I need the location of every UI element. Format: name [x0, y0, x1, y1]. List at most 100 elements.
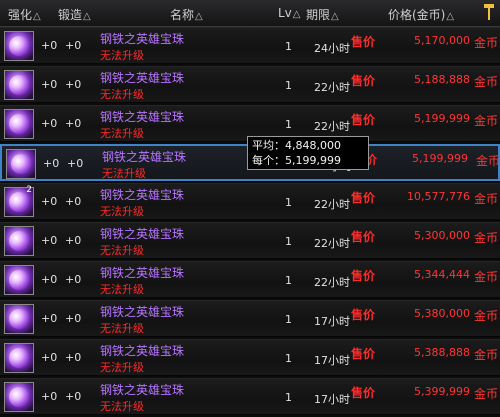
item-level: 1: [285, 118, 292, 131]
purple-orb-icon[interactable]: [4, 109, 34, 139]
item-level: 1: [285, 40, 292, 53]
upgrade-status: 无法升级: [100, 205, 144, 218]
listing-row[interactable]: +0 +0 钢铁之英雄宝珠 无法升级 1 17小时 售价 5,399,999 金币: [0, 378, 500, 415]
listing-row[interactable]: 2 +0 +0 钢铁之英雄宝珠 无法升级 1 22小时 售价 10,577,776 金币: [0, 183, 500, 220]
remaining-time: 17小时: [314, 315, 350, 328]
upgrade-status: 无法升级: [100, 322, 144, 335]
enhance-value: +0: [41, 312, 58, 325]
price-value: 5,188,888: [414, 73, 470, 86]
upgrade-status: 无法升级: [100, 283, 144, 296]
enhance-value: +0: [41, 273, 58, 286]
item-level: 1: [285, 79, 292, 92]
currency-label: 金币: [476, 154, 500, 168]
tooltip-average: 平均：4,848,000: [252, 139, 341, 152]
item-name: 钢铁之英雄宝珠: [102, 150, 187, 164]
upgrade-status: 无法升级: [100, 49, 144, 62]
item-name: 钢铁之英雄宝珠: [100, 188, 185, 202]
purple-orb-icon[interactable]: [4, 265, 34, 295]
enhance-value: +0: [41, 351, 58, 364]
item-name: 钢铁之英雄宝珠: [100, 71, 185, 85]
sort-level-header[interactable]: Lv: [278, 6, 301, 20]
enhance-value: +0: [43, 157, 60, 170]
upgrade-status: 无法升级: [102, 167, 146, 180]
price-tooltip: 平均：4,848,000 每个：5,199,999: [247, 136, 369, 170]
currency-label: 金币: [474, 231, 499, 245]
listing-row[interactable]: +0 +0 钢铁之英雄宝珠 无法升级 1 22小时 售价 5,344,444 金币: [0, 261, 500, 298]
listing-table: +0 +0 钢铁之英雄宝珠 无法升级 1 24小时 售价 5,170,000 金币 +0 +0 钢铁之…: [0, 27, 500, 417]
listing-row[interactable]: +0 +0 钢铁之英雄宝珠 无法升级 1 22小时 售价 5,188,888 金币: [0, 66, 500, 103]
enhance-value: +0: [41, 117, 58, 130]
enhance-value: +0: [41, 39, 58, 52]
sell-price-label: 售价: [351, 191, 376, 205]
currency-label: 金币: [474, 114, 499, 128]
purple-orb-icon[interactable]: [4, 382, 34, 412]
item-name: 钢铁之英雄宝珠: [100, 344, 185, 358]
sort-name-header[interactable]: 名称: [170, 6, 203, 23]
currency-label: 金币: [474, 309, 499, 323]
currency-label: 金币: [474, 387, 499, 401]
forge-value: +0: [65, 78, 82, 91]
sort-duration-header[interactable]: 期限: [306, 6, 339, 23]
sort-enhance-header[interactable]: 强化: [8, 6, 41, 23]
item-name: 钢铁之英雄宝珠: [100, 305, 185, 319]
enhance-value: +0: [41, 195, 58, 208]
forge-value: +0: [65, 390, 82, 403]
forge-value: +0: [65, 117, 82, 130]
listing-row[interactable]: +0 +0 钢铁之英雄宝珠 无法升级 1 24小时 售价 5,170,000 金币: [0, 27, 500, 64]
item-level: 1: [285, 391, 292, 404]
item-name: 钢铁之英雄宝珠: [100, 32, 185, 46]
forge-value: +0: [67, 157, 84, 170]
purple-orb-icon[interactable]: [4, 70, 34, 100]
item-level: 1: [285, 235, 292, 248]
remaining-time: 22小时: [314, 120, 350, 133]
tooltip-each: 每个：5,199,999: [252, 154, 341, 167]
remaining-time: 22小时: [314, 198, 350, 211]
price-value: 5,199,999: [414, 112, 470, 125]
pin-icon[interactable]: [482, 3, 496, 21]
purple-orb-icon[interactable]: 2: [4, 185, 34, 217]
enhance-value: +0: [41, 78, 58, 91]
sort-forge-header[interactable]: 锻造: [58, 6, 91, 23]
upgrade-status: 无法升级: [100, 88, 144, 101]
enhance-value: +0: [41, 390, 58, 403]
item-name: 钢铁之英雄宝珠: [100, 227, 185, 241]
item-level: 1: [285, 313, 292, 326]
item-name: 钢铁之英雄宝珠: [100, 383, 185, 397]
item-name: 钢铁之英雄宝珠: [100, 266, 185, 280]
sell-price-label: 售价: [351, 230, 376, 244]
sell-price-label: 售价: [351, 386, 376, 400]
item-name: 钢铁之英雄宝珠: [100, 110, 185, 124]
sell-price-label: 售价: [351, 269, 376, 283]
remaining-time: 22小时: [314, 81, 350, 94]
sell-price-label: 售价: [351, 35, 376, 49]
item-level: 1: [285, 196, 292, 209]
sell-price-label: 售价: [351, 308, 376, 322]
sell-price-label: 售价: [351, 347, 376, 361]
purple-orb-icon[interactable]: [4, 226, 34, 256]
purple-orb-icon[interactable]: [4, 304, 34, 334]
price-value: 5,199,999: [412, 152, 468, 165]
purple-orb-icon[interactable]: [6, 149, 36, 179]
listing-row[interactable]: +0 +0 钢铁之英雄宝珠 无法升级 1 22小时 售价 5,300,000 金币: [0, 222, 500, 259]
purple-orb-icon[interactable]: [4, 343, 34, 373]
forge-value: +0: [65, 195, 82, 208]
sort-price-header[interactable]: 价格(金币): [388, 6, 454, 23]
purple-orb-icon[interactable]: [4, 31, 34, 61]
currency-label: 金币: [474, 36, 499, 50]
price-value: 5,399,999: [414, 385, 470, 398]
forge-value: +0: [65, 351, 82, 364]
remaining-time: 22小时: [314, 237, 350, 250]
price-value: 5,388,888: [414, 346, 470, 359]
price-value: 5,300,000: [414, 229, 470, 242]
currency-label: 金币: [474, 75, 499, 89]
upgrade-status: 无法升级: [100, 127, 144, 140]
listing-row[interactable]: +0 +0 钢铁之英雄宝珠 无法升级 1 17小时 售价 5,388,888 金币: [0, 339, 500, 376]
price-value: 5,170,000: [414, 34, 470, 47]
listing-row[interactable]: +0 +0 钢铁之英雄宝珠 无法升级 1 17小时 售价 5,380,000 金币: [0, 300, 500, 337]
price-value: 5,344,444: [414, 268, 470, 281]
column-header: 强化 锻造 名称 Lv 期限 价格(金币): [0, 0, 500, 27]
price-value: 10,577,776: [407, 190, 470, 203]
remaining-time: 17小时: [314, 354, 350, 367]
remaining-time: 17小时: [314, 393, 350, 406]
remaining-time: 24小时: [314, 42, 350, 55]
